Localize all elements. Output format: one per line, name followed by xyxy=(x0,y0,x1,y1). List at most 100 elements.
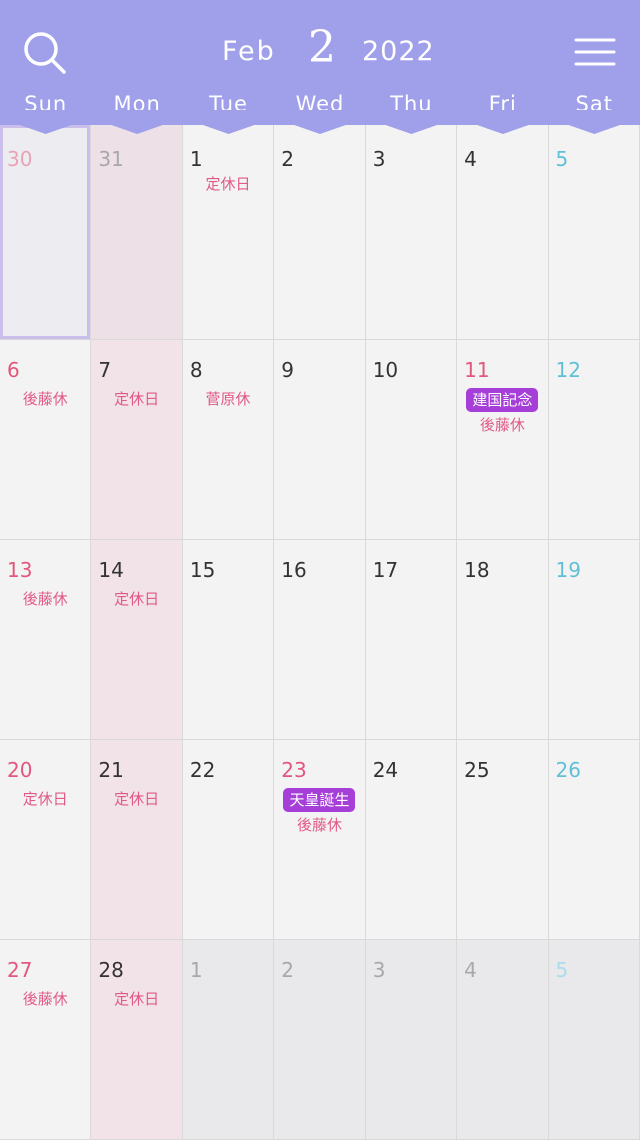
event-label: 定休日 xyxy=(114,390,160,408)
calendar-header: Feb 2 2022 Sun Mon Tue Wed Thu Fri Sat xyxy=(0,0,640,125)
day-number: 3 xyxy=(372,958,386,982)
day-cell[interactable]: 24 xyxy=(365,740,458,940)
day-cell[interactable]: 3 xyxy=(365,940,458,1140)
day-cell[interactable]: 22 xyxy=(182,740,275,940)
event-label: 後藤休 xyxy=(296,816,342,834)
day-cell[interactable]: 14 定休日 xyxy=(91,540,183,740)
day-cell[interactable]: 26 xyxy=(548,740,640,940)
header-scallop-edge xyxy=(0,110,640,134)
day-cell[interactable]: 30 xyxy=(0,125,92,340)
day-number: 20 xyxy=(7,758,33,782)
day-number: 9 xyxy=(281,358,294,382)
day-number: 23 xyxy=(281,758,307,782)
day-events: 定休日 xyxy=(91,588,181,610)
day-cell[interactable]: 6 後藤休 xyxy=(0,340,92,540)
event-label: 定休日 xyxy=(205,175,251,193)
day-cell[interactable]: 3 xyxy=(365,125,458,340)
day-cell[interactable]: 17 xyxy=(365,540,458,740)
day-cell[interactable]: 5 xyxy=(548,125,640,340)
day-events: 定休日 xyxy=(91,988,181,1010)
day-number: 30 xyxy=(7,147,33,171)
day-cell[interactable]: 27 後藤休 xyxy=(0,940,92,1140)
event-label: 定休日 xyxy=(114,590,160,608)
year-label[interactable]: 2022 xyxy=(362,36,442,67)
event-label: 菅原休 xyxy=(205,390,251,408)
day-cell[interactable]: 15 xyxy=(182,540,275,740)
day-events: 定休日 xyxy=(0,788,90,810)
day-events: 定休日 xyxy=(183,173,273,195)
day-cell[interactable]: 12 xyxy=(548,340,640,540)
day-number: 28 xyxy=(98,958,124,982)
day-cell[interactable]: 16 xyxy=(274,540,366,740)
day-cell[interactable]: 1 xyxy=(182,940,275,1140)
month-number[interactable]: 2 xyxy=(302,22,342,73)
calendar-app: Feb 2 2022 Sun Mon Tue Wed Thu Fri Sat 3… xyxy=(0,0,640,1140)
day-cell[interactable]: 13 後藤休 xyxy=(0,540,92,740)
day-number: 10 xyxy=(372,358,399,382)
day-events: 後藤休 xyxy=(0,388,90,410)
day-cell[interactable]: 8 菅原休 xyxy=(182,340,275,540)
day-number: 1 xyxy=(189,958,203,982)
day-cell[interactable]: 4 xyxy=(457,940,549,1140)
day-cell[interactable]: 21 定休日 xyxy=(91,740,183,940)
day-cell[interactable]: 31 xyxy=(91,125,183,340)
day-cell[interactable]: 23 天皇誕生後藤休 xyxy=(274,740,366,940)
day-number: 26 xyxy=(555,758,581,782)
day-number: 31 xyxy=(98,147,124,171)
day-cell[interactable]: 20 定休日 xyxy=(0,740,92,940)
day-cell[interactable]: 11 建国記念後藤休 xyxy=(457,340,549,540)
month-label[interactable]: Feb xyxy=(222,36,282,67)
day-number: 19 xyxy=(555,558,581,582)
event-label: 後藤休 xyxy=(22,990,68,1008)
day-number: 24 xyxy=(372,758,399,782)
day-events: 定休日 xyxy=(91,788,181,810)
day-number: 22 xyxy=(189,758,216,782)
day-cell[interactable]: 9 xyxy=(274,340,366,540)
event-label: 定休日 xyxy=(114,990,160,1008)
day-cell[interactable]: 18 xyxy=(457,540,549,740)
event-label: 後藤休 xyxy=(479,416,525,434)
day-events: 定休日 xyxy=(91,388,181,410)
day-number: 25 xyxy=(464,758,490,782)
day-number: 11 xyxy=(464,358,490,382)
event-label: 定休日 xyxy=(22,790,68,808)
day-number: 2 xyxy=(281,147,294,171)
holiday-badge: 天皇誕生 xyxy=(283,788,356,812)
day-number: 15 xyxy=(189,558,216,582)
day-events: 後藤休 xyxy=(0,588,90,610)
day-cell[interactable]: 2 xyxy=(274,125,366,340)
day-number: 21 xyxy=(98,758,124,782)
day-events: 天皇誕生 後藤休 xyxy=(274,788,364,836)
day-number: 1 xyxy=(189,147,203,171)
day-cell[interactable]: 10 xyxy=(365,340,458,540)
day-number: 17 xyxy=(372,558,399,582)
event-label: 定休日 xyxy=(114,790,160,808)
day-number: 12 xyxy=(555,358,581,382)
day-cell[interactable]: 19 xyxy=(548,540,640,740)
event-label: 後藤休 xyxy=(22,390,68,408)
search-icon xyxy=(24,32,66,74)
day-number: 16 xyxy=(281,558,307,582)
day-number: 14 xyxy=(98,558,124,582)
day-number: 6 xyxy=(7,358,20,382)
day-number: 4 xyxy=(464,958,477,982)
day-cell[interactable]: 7 定休日 xyxy=(91,340,183,540)
menu-button[interactable] xyxy=(572,34,618,70)
day-number: 2 xyxy=(281,958,294,982)
holiday-badge: 建国記念 xyxy=(466,388,539,412)
event-label: 後藤休 xyxy=(22,590,68,608)
hamburger-menu-icon xyxy=(574,38,616,66)
day-number: 3 xyxy=(372,147,386,171)
day-number: 8 xyxy=(189,358,203,382)
day-cell[interactable]: 1 定休日 xyxy=(182,125,275,340)
search-button[interactable] xyxy=(22,30,68,76)
day-number: 4 xyxy=(464,147,477,171)
day-cell[interactable]: 25 xyxy=(457,740,549,940)
day-events: 建国記念 後藤休 xyxy=(457,388,547,436)
day-cell[interactable]: 4 xyxy=(457,125,549,340)
day-cell[interactable]: 2 xyxy=(274,940,366,1140)
day-number: 5 xyxy=(555,958,569,982)
day-cell[interactable]: 5 xyxy=(548,940,640,1140)
day-number: 18 xyxy=(464,558,490,582)
day-cell[interactable]: 28 定休日 xyxy=(91,940,183,1140)
